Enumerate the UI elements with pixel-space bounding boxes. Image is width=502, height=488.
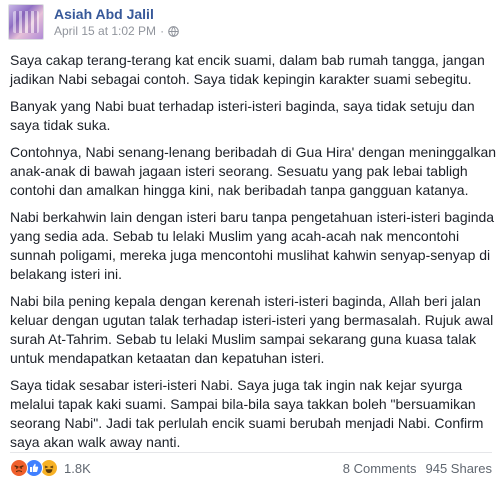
post-paragraph: Saya tidak sesabar isteri-isteri Nabi. S… bbox=[10, 377, 484, 450]
post-paragraph: Nabi bila pening kepala dengan kerenah i… bbox=[10, 293, 494, 366]
angry-reaction-icon bbox=[10, 459, 28, 477]
avatar[interactable] bbox=[8, 4, 44, 40]
comments-count-link[interactable]: 8 Comments bbox=[343, 461, 417, 476]
post-subline: April 15 at 1:02 PM · bbox=[54, 23, 179, 39]
reaction-count: 1.8K bbox=[64, 460, 91, 476]
post-meta: Asiah Abd Jalil April 15 at 1:02 PM · bbox=[54, 6, 179, 39]
author-name[interactable]: Asiah Abd Jalil bbox=[54, 6, 179, 23]
shares-count-link[interactable]: 945 Shares bbox=[426, 461, 493, 476]
reactions-summary[interactable]: 1.8K bbox=[10, 459, 91, 477]
post-paragraph: Contohnya, Nabi senang-lenang beribadah … bbox=[10, 144, 497, 198]
post-paragraph: Banyak yang Nabi buat terhadap isteri-is… bbox=[10, 98, 475, 133]
footer-divider bbox=[10, 452, 492, 453]
post-timestamp[interactable]: April 15 at 1:02 PM bbox=[54, 23, 156, 39]
post-paragraph: Saya cakap terang-terang kat encik suami… bbox=[10, 52, 485, 87]
globe-icon[interactable] bbox=[168, 25, 179, 37]
post-header: Asiah Abd Jalil April 15 at 1:02 PM · bbox=[8, 4, 179, 40]
facebook-post: Asiah Abd Jalil April 15 at 1:02 PM · Sa… bbox=[0, 0, 502, 488]
separator-dot: · bbox=[160, 23, 165, 38]
post-footer: 1.8K 8 Comments 945 Shares bbox=[10, 459, 492, 477]
post-body: Saya cakap terang-terang kat encik suami… bbox=[10, 51, 498, 460]
post-paragraph: Nabi berkahwin lain dengan isteri baru t… bbox=[10, 209, 495, 282]
